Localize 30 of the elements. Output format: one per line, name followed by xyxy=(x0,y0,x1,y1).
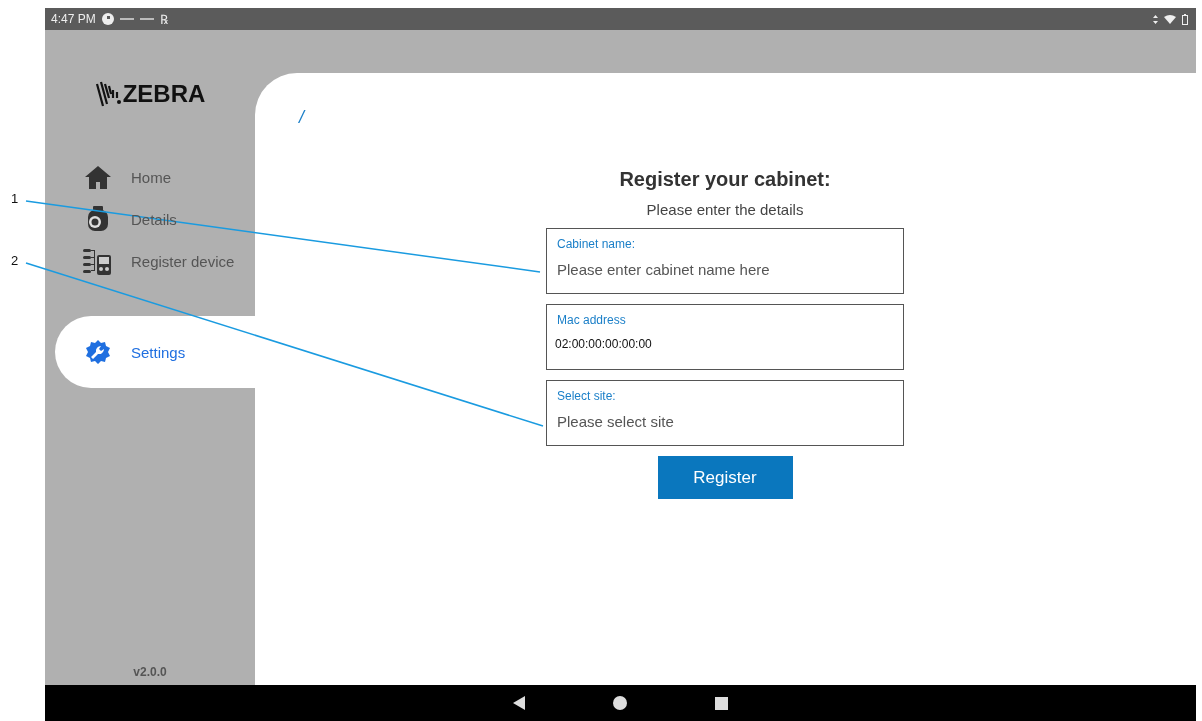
logo-text: ZEBRA xyxy=(122,80,206,108)
recents-icon[interactable] xyxy=(715,696,728,710)
form-title: Register your cabinet: xyxy=(619,168,831,191)
callout-number: 2 xyxy=(11,253,19,268)
register-button[interactable]: Register xyxy=(657,456,793,499)
battery-icon xyxy=(1182,13,1188,25)
gear-wrench-icon xyxy=(85,339,111,365)
sidebar-item[interactable]: Register device xyxy=(55,240,255,282)
status-time: 4:47 PM xyxy=(51,12,96,26)
version-text: v2.0.0 xyxy=(132,665,168,679)
form-subtitle: Please enter the details xyxy=(646,201,804,218)
stripes-logo-icon xyxy=(94,80,121,108)
input-field[interactable]: Select site: Please select site xyxy=(546,380,904,446)
notification-icon xyxy=(119,17,134,21)
back-icon[interactable] xyxy=(513,696,525,710)
input-field[interactable]: Mac address 02:00:00:00:00:00 xyxy=(546,304,904,370)
sidebar-item[interactable]: Home xyxy=(55,156,255,198)
home-icon xyxy=(85,165,111,189)
home-circle-icon[interactable] xyxy=(613,696,627,710)
sidebar-item[interactable]: Settings xyxy=(55,316,255,388)
data-arrows-icon xyxy=(1153,14,1158,24)
input-field[interactable]: Cabinet name: Please enter cabinet name here xyxy=(546,228,904,294)
status-symbol: ℞ xyxy=(159,11,168,28)
callout-number: 1 xyxy=(11,191,19,206)
device-diagram-icon xyxy=(83,247,113,275)
wifi-icon xyxy=(1164,14,1176,24)
breadcrumb[interactable]: / xyxy=(299,107,304,128)
notification-icon xyxy=(101,13,114,25)
notification-icon xyxy=(139,17,154,21)
bag-icon xyxy=(86,206,110,232)
